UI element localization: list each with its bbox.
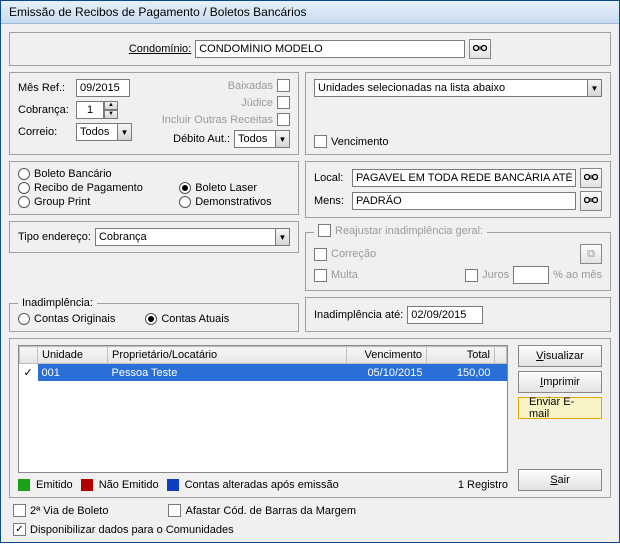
legend-emitido-color (18, 479, 30, 491)
chevron-down-icon: ▼ (117, 124, 131, 140)
radio-demonstrativos[interactable]: Demonstrativos (179, 196, 290, 208)
debaut-combo[interactable]: Todos ▼ (234, 130, 290, 148)
inadimplencia-legend: Inadimplência: (18, 297, 97, 309)
tipo-endereco-combo[interactable]: Cobrança ▼ (95, 228, 290, 246)
record-count: 1 Registro (458, 479, 508, 491)
disponibilizar-checkbox[interactable]: ✓ (13, 523, 26, 536)
radio-contas-atuais[interactable]: Contas Atuais (145, 313, 229, 325)
reajustar-options-button: ⧉ (580, 244, 602, 264)
legend-naoemitido-color (81, 479, 93, 491)
mens-input[interactable] (352, 192, 576, 210)
inad-ate-label: Inadimplência até: (314, 309, 403, 321)
inad-ate-input[interactable] (407, 306, 483, 324)
col-check[interactable] (20, 347, 38, 364)
visualizar-button[interactable]: Visualizar (518, 345, 602, 367)
mesref-label: Mês Ref.: (18, 82, 72, 94)
correcao-checkbox (314, 248, 327, 261)
table-row[interactable]: ✓ 001 Pessoa Teste 05/10/2015 150,00 (20, 364, 507, 382)
mens-label: Mens: (314, 195, 348, 207)
local-input[interactable] (352, 169, 576, 187)
afastar-checkbox-row[interactable]: Afastar Cód. de Barras da Margem (168, 504, 356, 517)
binoculars-icon (584, 194, 598, 209)
juros-checkbox (465, 269, 478, 282)
local-label: Local: (314, 172, 348, 184)
correio-label: Correio: (18, 126, 72, 138)
cobranca-label: Cobrança: (18, 104, 72, 116)
spin-down-icon[interactable]: ▼ (104, 110, 118, 119)
binoculars-icon (584, 171, 598, 186)
window-title: Emissão de Recibos de Pagamento / Boleto… (1, 1, 619, 24)
cell-unidade: 001 (38, 364, 108, 382)
judice-label: Júdice (241, 97, 273, 109)
chevron-down-icon: ▼ (275, 131, 289, 147)
sair-button[interactable]: Sair (518, 469, 602, 491)
cell-proprietario: Pessoa Teste (108, 364, 347, 382)
vencimento-label: Vencimento (331, 136, 388, 148)
judice-checkbox (277, 96, 290, 109)
mens-search-button[interactable] (580, 191, 602, 211)
radio-contas-originais[interactable]: Contas Originais (18, 313, 115, 325)
incluir-outras-label: Incluir Outras Receitas (162, 114, 273, 126)
vencimento-checkbox[interactable] (314, 135, 327, 148)
tipo-endereco-label: Tipo endereço: (18, 231, 91, 243)
condominio-label: Condomínio: (129, 43, 191, 55)
enviar-email-button[interactable]: Enviar E-mail (518, 397, 602, 419)
binoculars-icon (473, 42, 487, 57)
chevron-down-icon: ▼ (275, 229, 289, 245)
baixadas-label: Baixadas (228, 80, 273, 92)
radio-boleto-bancario[interactable]: Boleto Bancário (18, 168, 161, 180)
mesref-input[interactable] (76, 79, 130, 97)
juros-input (513, 266, 549, 284)
cobranca-spinner[interactable]: ▲▼ (76, 101, 118, 119)
legend-alteradas: Contas alteradas após emissão (185, 479, 339, 491)
imprimir-button[interactable]: Imprimir (518, 371, 602, 393)
chevron-down-icon: ▼ (587, 80, 601, 96)
baixadas-checkbox (277, 79, 290, 92)
segunda-via-checkbox-row[interactable]: 2ª Via de Boleto (13, 504, 108, 517)
col-total[interactable]: Total (427, 347, 495, 364)
unidades-combo[interactable]: Unidades selecionadas na lista abaixo ▼ (314, 79, 602, 97)
col-spacer (495, 347, 507, 364)
col-unidade[interactable]: Unidade (38, 347, 108, 364)
local-search-button[interactable] (580, 168, 602, 188)
radio-group-print[interactable]: Group Print (18, 196, 161, 208)
col-vencimento[interactable]: Vencimento (347, 347, 427, 364)
radio-recibo-pagamento[interactable]: Recibo de Pagamento (18, 182, 161, 194)
cell-total: 150,00 (427, 364, 495, 382)
reajustar-checkbox (318, 224, 331, 237)
inadimplencia-fieldset: Inadimplência: Contas Originais Contas A… (9, 297, 299, 332)
segunda-via-checkbox[interactable] (13, 504, 26, 517)
legend-alteradas-color (167, 479, 179, 491)
correio-combo[interactable]: Todos ▼ (76, 123, 132, 141)
spin-up-icon[interactable]: ▲ (104, 101, 118, 110)
unidades-table[interactable]: Unidade Proprietário/Locatário Venciment… (18, 345, 508, 473)
legend-naoemitido: Não Emitido (99, 479, 159, 491)
col-proprietario[interactable]: Proprietário/Locatário (108, 347, 347, 364)
options-icon: ⧉ (587, 248, 595, 261)
condominio-search-button[interactable] (469, 39, 491, 59)
legend-emitido: Emitido (36, 479, 73, 491)
multa-checkbox (314, 269, 327, 282)
disponibilizar-checkbox-row[interactable]: ✓ Disponibilizar dados para o Comunidade… (13, 523, 234, 536)
condominio-input[interactable] (195, 40, 465, 58)
afastar-checkbox[interactable] (168, 504, 181, 517)
cell-vencimento: 05/10/2015 (347, 364, 427, 382)
debaut-label: Débito Aut.: (173, 133, 230, 145)
radio-boleto-laser[interactable]: Boleto Laser (179, 182, 290, 194)
row-checkbox[interactable]: ✓ (24, 367, 33, 379)
reajustar-fieldset: Reajustar inadimplência geral: Correção … (305, 224, 611, 291)
incluir-outras-checkbox (277, 113, 290, 126)
